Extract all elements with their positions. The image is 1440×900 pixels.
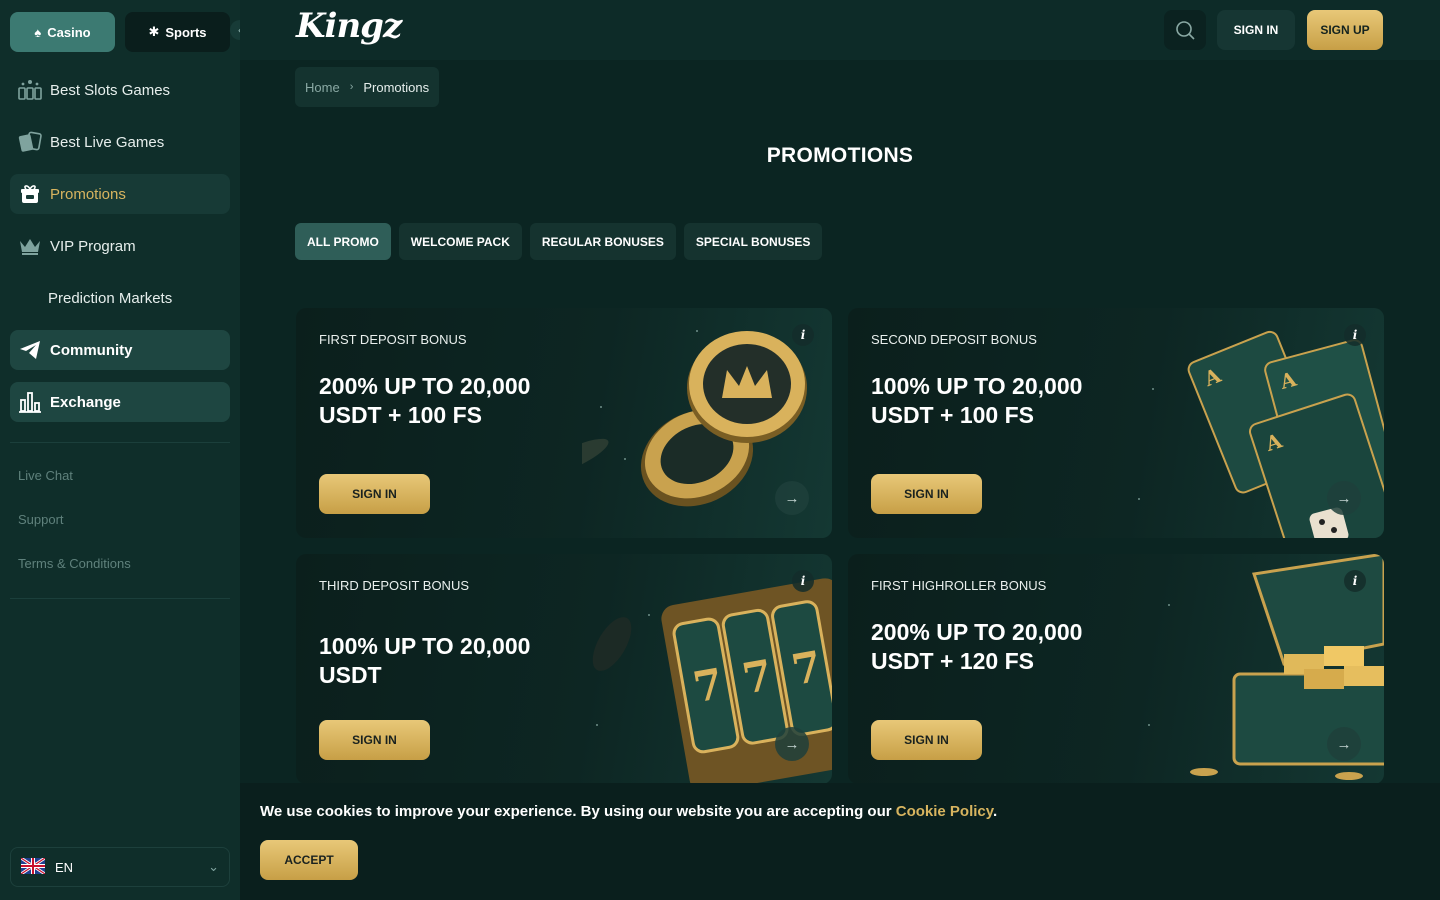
sidebar-item-label: Best Slots Games (50, 81, 171, 99)
sidebar-item-exchange[interactable]: Exchange (10, 382, 230, 422)
accept-cookies-button[interactable]: ACCEPT (260, 840, 358, 880)
cookie-banner: We use cookies to improve your experienc… (240, 783, 1440, 900)
info-icon[interactable]: i (1344, 570, 1366, 592)
promo-label: THIRD DEPOSIT BONUS (319, 578, 470, 593)
support-link[interactable]: Support (18, 512, 131, 556)
chevron-right-icon: › (349, 81, 354, 93)
logo[interactable]: Kingz (296, 6, 402, 46)
promo-filters: ALL PROMO WELCOME PACK REGULAR BONUSES S… (295, 223, 823, 260)
sidebar-item-label: Promotions (50, 185, 126, 203)
sidebar-item-vip[interactable]: VIP Program (10, 226, 230, 266)
promo-headline: 200% UP TO 20,000 USDT + 100 FS (319, 373, 531, 428)
promo-label: SECOND DEPOSIT BONUS (871, 332, 1037, 347)
promo-headline: 100% UP TO 20,000 USDT (319, 633, 531, 688)
tab-casino-label: Casino (47, 24, 91, 40)
ball-icon: ✱ (148, 24, 160, 39)
slots-icon (18, 78, 42, 102)
promo-card[interactable]: A A A SECOND DEPOSIT BONUS 100% UP TO 20… (848, 308, 1384, 538)
sidebar-item-promotions[interactable]: Promotions (10, 174, 230, 214)
breadcrumb-current: Promotions (363, 79, 430, 95)
promo-card[interactable]: FIRST HIGHROLLER BONUS 200% UP TO 20,000… (848, 554, 1384, 784)
arrow-right-icon[interactable]: → (775, 481, 809, 515)
sidebar-nav: Best Slots Games Best Live Games Promoti… (10, 70, 230, 434)
logo-text: Kingz (296, 6, 402, 46)
sidebar-divider (10, 598, 230, 599)
terms-link[interactable]: Terms & Conditions (18, 556, 131, 600)
arrow-right-icon[interactable]: → (1327, 727, 1361, 761)
header-signin-button[interactable]: SIGN IN (1217, 10, 1295, 50)
gift-icon (18, 182, 42, 206)
cookie-period: . (993, 803, 998, 820)
cards-icon (18, 130, 42, 154)
info-icon[interactable]: i (792, 570, 814, 592)
live-chat-link[interactable]: Live Chat (18, 468, 131, 512)
top-header: Kingz SIGN IN SIGN UP (240, 0, 1440, 60)
promo-signin-button[interactable]: SIGN IN (871, 720, 982, 760)
tab-casino[interactable]: ♠ Casino (10, 12, 115, 52)
filter-regular-bonuses[interactable]: REGULAR BONUSES (529, 223, 676, 260)
page-title: PROMOTIONS (766, 144, 914, 167)
language-selector[interactable]: EN ⌄ (10, 847, 230, 887)
promo-card[interactable]: 7 7 7 THIRD DEPOSIT BONUS 100% UP TO 20,… (296, 554, 832, 784)
header-signup-button[interactable]: SIGN UP (1307, 10, 1383, 50)
info-icon[interactable]: i (792, 324, 814, 346)
language-label: EN (55, 859, 74, 875)
promo-headline: 100% UP TO 20,000 USDT + 100 FS (871, 373, 1083, 428)
cookie-policy-link[interactable]: Cookie Policy (896, 803, 993, 820)
info-icon[interactable]: i (1344, 324, 1366, 346)
sidebar-footer-links: Live Chat Support Terms & Conditions (18, 468, 131, 600)
promo-signin-button[interactable]: SIGN IN (319, 474, 430, 514)
promo-signin-button[interactable]: SIGN IN (319, 720, 430, 760)
tab-sports-label: Sports (165, 24, 207, 40)
product-tabs: ♠ Casino ✱ Sports (10, 12, 230, 52)
chart-icon (18, 390, 42, 414)
promo-card[interactable]: FIRST DEPOSIT BONUS 200% UP TO 20,000 US… (296, 308, 832, 538)
filter-all-promo[interactable]: ALL PROMO (295, 223, 391, 260)
spade-icon: ♠ (34, 24, 42, 40)
sidebar-item-label: Best Live Games (50, 133, 165, 151)
sidebar-item-label: VIP Program (50, 237, 136, 255)
sidebar-item-label: Prediction Markets (48, 289, 173, 307)
filter-welcome-pack[interactable]: WELCOME PACK (398, 223, 522, 260)
uk-flag-icon (20, 856, 46, 877)
sidebar: ♠ Casino ✱ Sports ‹ Best Slots Games Bes… (0, 0, 250, 900)
arrow-right-icon[interactable]: → (775, 727, 809, 761)
cookie-text: We use cookies to improve your experienc… (260, 803, 892, 820)
sidebar-divider (10, 442, 230, 443)
sidebar-item-community[interactable]: Community (10, 330, 230, 370)
sidebar-item-label: Exchange (50, 393, 121, 411)
sidebar-item-prediction-markets[interactable]: Prediction Markets (10, 278, 230, 318)
search-button[interactable] (1164, 10, 1206, 50)
arrow-right-icon[interactable]: → (1327, 481, 1361, 515)
tab-sports[interactable]: ✱ Sports (125, 12, 230, 52)
breadcrumb: Home › Promotions (295, 67, 440, 107)
chevron-down-icon: ⌄ (208, 859, 219, 874)
crown-icon (18, 234, 42, 258)
telegram-icon (18, 338, 42, 362)
promo-headline: 200% UP TO 20,000 USDT + 120 FS (871, 619, 1083, 674)
promo-signin-button[interactable]: SIGN IN (871, 474, 982, 514)
sidebar-item-best-live[interactable]: Best Live Games (10, 122, 230, 162)
breadcrumb-home[interactable]: Home (305, 80, 340, 95)
filter-special-bonuses[interactable]: SPECIAL BONUSES (683, 223, 823, 260)
sidebar-item-best-slots[interactable]: Best Slots Games (10, 70, 230, 110)
promo-label: FIRST DEPOSIT BONUS (319, 332, 467, 347)
cookie-message: We use cookies to improve your experienc… (260, 803, 997, 820)
promo-label: FIRST HIGHROLLER BONUS (871, 578, 1047, 593)
search-icon (1176, 21, 1195, 40)
sidebar-item-label: Community (50, 341, 133, 359)
